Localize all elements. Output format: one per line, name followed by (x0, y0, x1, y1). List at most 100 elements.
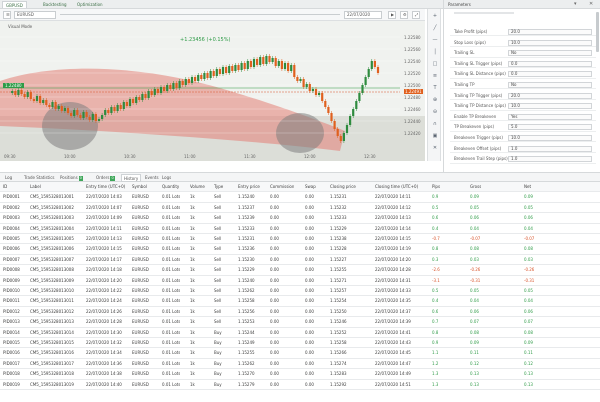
column-header[interactable]: Commission (270, 182, 294, 192)
table-row[interactable]: PID0005 CM5_1595328013005 22/07/2020 14:13… (0, 234, 600, 245)
column-header[interactable]: Quantity (162, 182, 179, 192)
tab-history[interactable]: History (121, 174, 142, 182)
tab-positions[interactable]: Positions 0 (58, 174, 85, 182)
table-cell: 0.12 (524, 360, 533, 366)
column-header[interactable]: Swap (305, 182, 316, 192)
table-row[interactable]: PID0010 CM5_1595328013010 22/07/2020 14:22… (0, 286, 600, 297)
crosshair-icon[interactable]: + (432, 13, 438, 19)
rect-icon[interactable]: □ (432, 61, 438, 67)
table-row[interactable]: PID0018 CM5_1595328013018 22/07/2020 14:38… (0, 369, 600, 380)
param-value-input[interactable]: No (508, 82, 592, 88)
table-row[interactable]: PID0003 CM5_1595328013003 22/07/2020 14:09… (0, 213, 600, 224)
table-cell: Sell (214, 236, 222, 241)
param-label: Enable TP Breakeven (454, 113, 497, 119)
magnet-icon[interactable]: ∩ (432, 121, 438, 127)
candle-body (225, 67, 228, 73)
table-cell: 22/07/2020 14:28 (86, 319, 122, 325)
symbol-select[interactable]: EURUSD (14, 11, 56, 19)
table-row[interactable]: PID0017 CM5_1595328013017 22/07/2020 14:36… (0, 359, 600, 370)
chart-menu-icon[interactable]: ☰ (3, 11, 11, 19)
table-cell: PID0014 (3, 329, 20, 335)
table-cell: 22/07/2020 14:26 (86, 308, 122, 314)
table-row[interactable]: PID0015 CM5_1595328013015 22/07/2020 14:32… (0, 338, 600, 349)
column-header[interactable]: ID (3, 182, 7, 192)
lock-icon[interactable]: ▣ (432, 133, 438, 139)
table-row[interactable]: PID0012 CM5_1595328013012 22/07/2020 14:26… (0, 307, 600, 318)
tab-backtesting[interactable]: Backtesting (40, 1, 70, 8)
table-cell: Sell (214, 308, 222, 314)
table-row[interactable]: PID0007 CM5_1595328013007 22/07/2020 14:17… (0, 255, 600, 266)
param-value-input[interactable]: 20.0 (508, 92, 592, 99)
column-header[interactable]: Gross (470, 182, 481, 192)
param-value-input[interactable]: 10.0 (508, 103, 592, 110)
param-value-input[interactable]: 1.0 (508, 145, 592, 152)
table-row[interactable]: PID0009 CM5_1595328013009 22/07/2020 14:20… (0, 276, 600, 286)
date-range-track[interactable] (60, 11, 340, 19)
table-row[interactable]: PID0014 CM5_1595328013014 22/07/2020 14:30… (0, 328, 600, 338)
candle-body (42, 100, 45, 103)
hline-icon[interactable]: — (432, 37, 438, 43)
table-cell: EURUSD (132, 277, 149, 283)
table-row[interactable]: PID0019 CM5_1595328013019 22/07/2020 14:40… (0, 380, 600, 390)
table-cell: 0.00 (270, 340, 279, 345)
table-row[interactable]: PID0013 CM5_1595328013013 22/07/2020 14:28… (0, 317, 600, 328)
column-header[interactable]: Type (214, 182, 223, 192)
table-cell: 1.15228 (330, 246, 347, 252)
tab-optimization[interactable]: Optimization (74, 1, 106, 8)
param-value-input[interactable]: 5.0 (508, 124, 592, 131)
param-value-input[interactable]: Yes (508, 113, 592, 120)
panel-menu-icon[interactable]: ▾ (574, 1, 577, 7)
table-row[interactable]: PID0008 CM5_1595328013008 22/07/2020 14:18… (0, 265, 600, 276)
play-icon[interactable]: ▶ (388, 11, 396, 19)
text-icon[interactable]: T (432, 85, 438, 91)
zoom-out-icon[interactable]: ⊖ (432, 109, 438, 115)
column-header[interactable]: Label (30, 182, 41, 192)
tab-symbol[interactable]: GBPUSD (2, 1, 27, 8)
tab-events[interactable]: Events (143, 174, 161, 182)
candle-body (259, 57, 262, 65)
param-value-input[interactable]: 10.0 (508, 39, 592, 46)
panel-close-icon[interactable]: ✕ (589, 1, 593, 7)
tab-trade-statistics[interactable]: Trade Statistics (22, 174, 57, 182)
param-value-input[interactable]: 20.0 (508, 29, 592, 35)
table-cell: PID0010 (3, 288, 20, 293)
param-value-input[interactable]: 10.0 (508, 135, 592, 141)
candle-body (221, 67, 225, 74)
expand-icon[interactable]: ⤢ (412, 11, 420, 19)
param-value-input[interactable]: 1.0 (508, 156, 592, 163)
candle-body (101, 115, 104, 119)
column-header[interactable]: Closing time (UTC+0) (375, 182, 418, 192)
zoom-in-icon[interactable]: ⊕ (432, 97, 438, 103)
candle-body (299, 79, 302, 81)
date-to-input[interactable]: 22/07/2020 (344, 11, 382, 19)
line-icon[interactable]: ╱ (432, 25, 438, 31)
param-value-input[interactable]: 0.0 (508, 60, 592, 67)
column-header[interactable]: Symbol (132, 182, 147, 192)
price-chart[interactable]: Visual Mode +1.23456 (+0.15%) 1.22480 1.… (0, 21, 425, 161)
params-scrollbar[interactable] (596, 12, 599, 52)
table-cell: 0.00 (270, 298, 279, 304)
column-header[interactable]: Pips (432, 182, 440, 192)
table-row[interactable]: PID0011 CM5_1595328013011 22/07/2020 14:24… (0, 296, 600, 307)
tab-log[interactable]: Log (3, 174, 14, 182)
column-header[interactable]: Volume (190, 182, 205, 192)
column-header[interactable]: Net (524, 182, 531, 192)
tab-logs[interactable]: Logs (160, 174, 173, 182)
fib-icon[interactable]: ≡ (432, 73, 438, 79)
table-cell: 0.00 (305, 215, 314, 221)
param-value-input[interactable]: 0.0 (508, 71, 592, 78)
table-row[interactable]: PID0006 CM5_1595328013006 22/07/2020 14:15… (0, 244, 600, 255)
table-row[interactable]: PID0004 CM5_1595328013004 22/07/2020 14:11… (0, 224, 600, 234)
table-row[interactable]: PID0016 CM5_1595328013016 22/07/2020 14:34… (0, 348, 600, 359)
param-value-input[interactable]: No (508, 50, 592, 57)
trash-icon[interactable]: ✕ (432, 145, 438, 151)
table-row[interactable]: PID0002 CM5_1595328013002 22/07/2020 14:07… (0, 203, 600, 214)
table-cell: 1.15227 (330, 256, 347, 262)
column-header[interactable]: Closing price (330, 182, 356, 192)
column-header[interactable]: Entry time (UTC+0) (86, 182, 125, 192)
settings-icon[interactable]: ⚙ (400, 11, 408, 19)
tab-orders[interactable]: Orders 0 (94, 174, 117, 182)
vline-icon[interactable]: │ (432, 49, 438, 55)
table-row[interactable]: PID0001 CM5_1595328013001 22/07/2020 14:03… (0, 192, 600, 203)
column-header[interactable]: Entry price (238, 182, 260, 192)
